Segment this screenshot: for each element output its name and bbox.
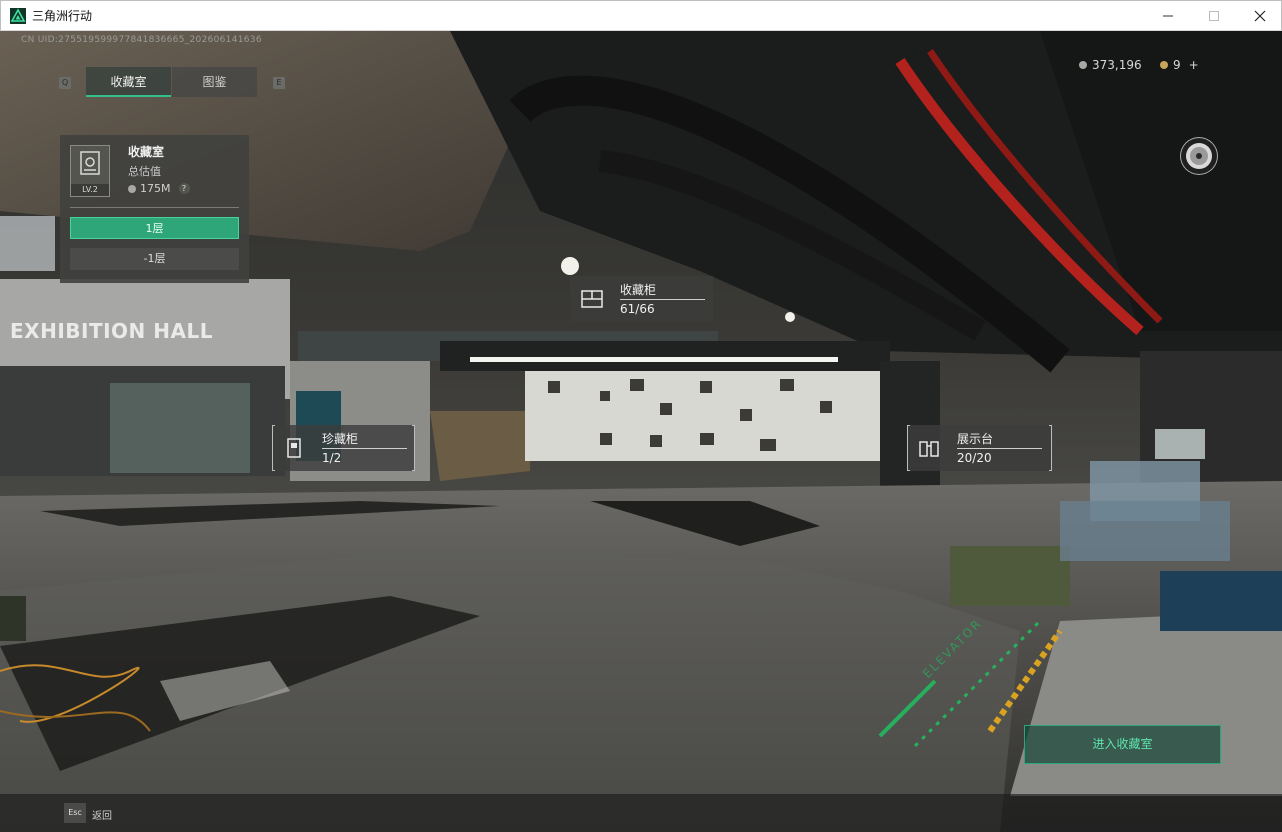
player-uid: CN UID:275519599977841836665_20260614163… <box>21 35 262 45</box>
display-stand-icon <box>919 441 939 457</box>
ticket-balance[interactable]: 9 + <box>1160 58 1199 72</box>
trophy-icon <box>80 151 100 175</box>
coin-icon <box>1079 61 1087 69</box>
total-value: 175M ? <box>128 182 190 195</box>
callout-count: 1/2 <box>322 451 342 465</box>
back-label[interactable]: 返回 <box>92 807 112 822</box>
app-logo-icon <box>10 8 26 24</box>
prev-tab-key[interactable]: Q <box>59 77 71 89</box>
callout-bracket-right <box>1049 425 1052 471</box>
coin-balance: 373,196 <box>1079 58 1142 72</box>
callout-title: 展示台 <box>957 432 994 446</box>
maximize-icon <box>1209 11 1219 21</box>
callout-title: 收藏柜 <box>620 283 657 297</box>
callout-count: 20/20 <box>957 451 992 465</box>
close-button[interactable] <box>1237 1 1282 31</box>
exhibition-hall-sign: EXHIBITION HALL <box>10 319 213 343</box>
callout-divider <box>322 448 407 449</box>
ticket-amount: 9 <box>1173 58 1181 72</box>
title-bar[interactable]: 三角洲行动 <box>0 0 1282 31</box>
rare-cabinet-icon <box>287 438 301 458</box>
room-badge: LV.2 <box>70 145 110 197</box>
floor-1-button[interactable]: 1层 <box>70 217 239 239</box>
next-tab-key[interactable]: E <box>273 77 285 89</box>
music-disc-button[interactable] <box>1180 137 1218 175</box>
maximize-button[interactable] <box>1191 1 1237 31</box>
disc-icon <box>1186 143 1212 169</box>
callout-rare-cabinet[interactable]: 珍藏柜 1/2 <box>272 425 415 471</box>
tab-catalog[interactable]: 图鉴 <box>172 67 257 97</box>
cabinet-icon <box>581 290 603 308</box>
game-viewport[interactable]: CN UID:275519599977841836665_20260614163… <box>0 31 1282 832</box>
room-level: LV.2 <box>71 184 109 196</box>
callout-title: 珍藏柜 <box>322 432 359 446</box>
enter-collection-room-button[interactable]: 进入收藏室 <box>1024 725 1221 764</box>
coin-icon <box>128 184 136 193</box>
callout-count: 61/66 <box>620 302 655 316</box>
callout-collection-cabinet[interactable]: 收藏柜 61/66 <box>570 276 713 322</box>
close-icon <box>1254 10 1266 22</box>
minimize-button[interactable] <box>1145 1 1191 31</box>
add-currency-button[interactable]: + <box>1189 58 1199 72</box>
collection-room-panel: LV.2 收藏室 总估值 175M ? 1层 -1层 <box>60 135 249 283</box>
esc-key[interactable]: Esc <box>64 803 86 823</box>
callout-divider <box>957 448 1042 449</box>
total-value-amount: 175M <box>140 182 171 195</box>
ticket-icon <box>1160 61 1168 69</box>
callout-divider <box>620 299 705 300</box>
coin-amount: 373,196 <box>1092 58 1142 72</box>
callout-bracket-left <box>272 425 275 471</box>
tab-collection-room[interactable]: 收藏室 <box>86 67 171 97</box>
minimize-icon <box>1163 15 1173 17</box>
callout-display-stand[interactable]: 展示台 20/20 <box>907 425 1052 471</box>
panel-title: 收藏室 <box>128 145 165 159</box>
help-icon[interactable]: ? <box>178 183 190 194</box>
floor-b1-button[interactable]: -1层 <box>70 248 239 270</box>
panel-divider <box>70 207 239 208</box>
panel-subtitle: 总估值 <box>128 165 161 178</box>
bottom-bar: Esc 返回 <box>0 794 1282 832</box>
callout-bracket-left <box>907 425 910 471</box>
window-title: 三角洲行动 <box>32 9 93 23</box>
callout-bracket-right <box>412 425 415 471</box>
